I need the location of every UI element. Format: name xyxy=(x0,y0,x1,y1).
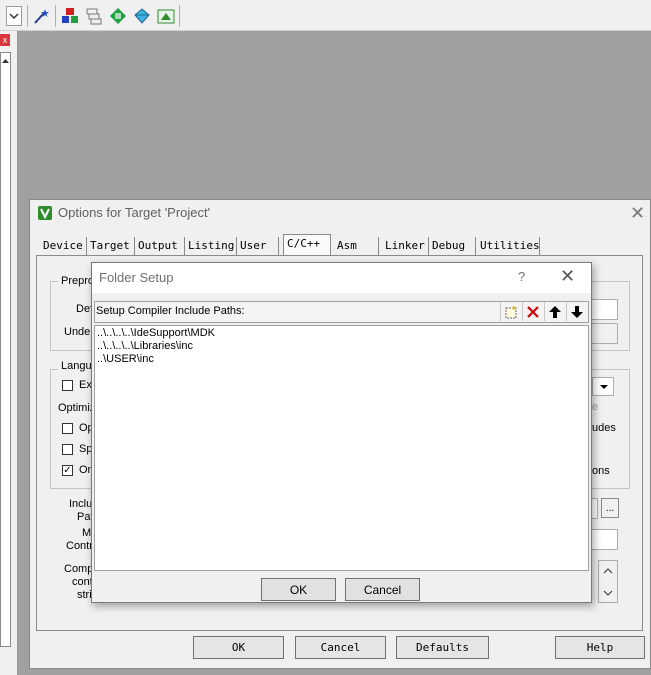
compiler-string-scrollbar[interactable] xyxy=(598,560,618,603)
includes-option-label: udes xyxy=(592,422,616,434)
new-folder-icon[interactable] xyxy=(500,302,520,321)
move-down-icon[interactable] xyxy=(566,302,586,321)
undefine-label: Unde xyxy=(64,326,91,338)
toolbar-separator xyxy=(179,5,180,27)
compiler-string-label: Comp xyxy=(64,563,94,575)
stack-icon[interactable] xyxy=(84,6,104,26)
options-icon[interactable] xyxy=(156,6,176,26)
include-paths-list[interactable] xyxy=(94,325,589,571)
compiler-string-label-2: cont xyxy=(72,576,93,588)
move-up-icon[interactable] xyxy=(544,302,564,321)
panel-scrollbar[interactable] xyxy=(0,52,11,647)
misc-controls-label-2: Contr xyxy=(66,540,93,552)
options-dialog-title: Options for Target 'Project' xyxy=(58,205,211,220)
main-toolbar xyxy=(0,0,651,31)
execute-only-label: Ex xyxy=(79,379,92,391)
list-item[interactable]: ..\..\..\..\IdeSupport\MDK xyxy=(97,327,215,339)
undefine-input[interactable] xyxy=(590,323,618,344)
defaults-button[interactable]: Defaults xyxy=(396,636,489,659)
folder-cancel-button[interactable]: Cancel xyxy=(345,578,420,601)
cancel-button[interactable]: Cancel xyxy=(295,636,386,659)
misc-controls-input[interactable] xyxy=(590,529,618,550)
magic-wand-icon[interactable] xyxy=(31,6,51,26)
define-input[interactable] xyxy=(590,299,618,320)
dim-option-text: e xyxy=(592,401,599,413)
tab-output[interactable]: Output xyxy=(135,237,185,255)
options-option-label: ons xyxy=(592,465,610,477)
panel-close-button[interactable]: x xyxy=(0,34,10,46)
list-item[interactable]: ..\USER\inc xyxy=(97,353,154,365)
toolbar-separator xyxy=(55,5,56,27)
tab-debug[interactable]: Debug xyxy=(429,237,476,255)
one-elf-checkbox[interactable]: ✓ xyxy=(62,465,73,476)
folder-setup-title: Folder Setup xyxy=(99,270,174,285)
tab-device[interactable]: Device xyxy=(40,237,87,255)
delete-icon[interactable] xyxy=(522,302,542,321)
folder-ok-button[interactable]: OK xyxy=(261,578,336,601)
tab-utilities[interactable]: Utilities xyxy=(477,237,540,255)
include-paths-browse-button[interactable]: ... xyxy=(601,498,619,518)
include-paths-label: Inclu xyxy=(69,498,93,510)
optimization-label: Optimiz xyxy=(58,402,96,414)
tab-c-cpp[interactable]: C/C++ xyxy=(283,234,331,256)
ok-button[interactable]: OK xyxy=(193,636,284,659)
tab-linker[interactable]: Linker xyxy=(382,237,429,255)
help-button[interactable]: Help xyxy=(555,636,645,659)
tab-asm[interactable]: Asm xyxy=(334,237,379,255)
split-sections-checkbox[interactable] xyxy=(62,444,73,455)
dropdown-arrow-icon[interactable] xyxy=(6,6,22,26)
diamond-icon[interactable] xyxy=(132,6,152,26)
tab-user[interactable]: User xyxy=(237,237,279,255)
optimize-time-checkbox[interactable] xyxy=(62,423,73,434)
keil-logo-icon xyxy=(38,206,52,220)
manage-components-icon[interactable] xyxy=(60,6,80,26)
help-icon[interactable]: ? xyxy=(518,269,525,284)
tab-target[interactable]: Target xyxy=(87,237,135,255)
pack-installer-icon[interactable] xyxy=(108,6,128,26)
close-icon[interactable]: ✕ xyxy=(560,266,575,287)
include-paths-header-label: Setup Compiler Include Paths: xyxy=(96,305,245,317)
execute-only-checkbox[interactable] xyxy=(62,380,73,391)
misc-controls-label: M xyxy=(82,527,92,539)
toolbar-separator xyxy=(27,5,28,27)
language-group-label: Langu xyxy=(58,360,95,372)
list-item[interactable]: ..\..\..\..\Libraries\inc xyxy=(97,340,193,352)
close-icon[interactable]: ✕ xyxy=(630,203,645,224)
warnings-select[interactable] xyxy=(592,377,614,396)
tab-listing[interactable]: Listing xyxy=(185,237,237,255)
compiler-string-label-3: stri xyxy=(77,589,92,601)
